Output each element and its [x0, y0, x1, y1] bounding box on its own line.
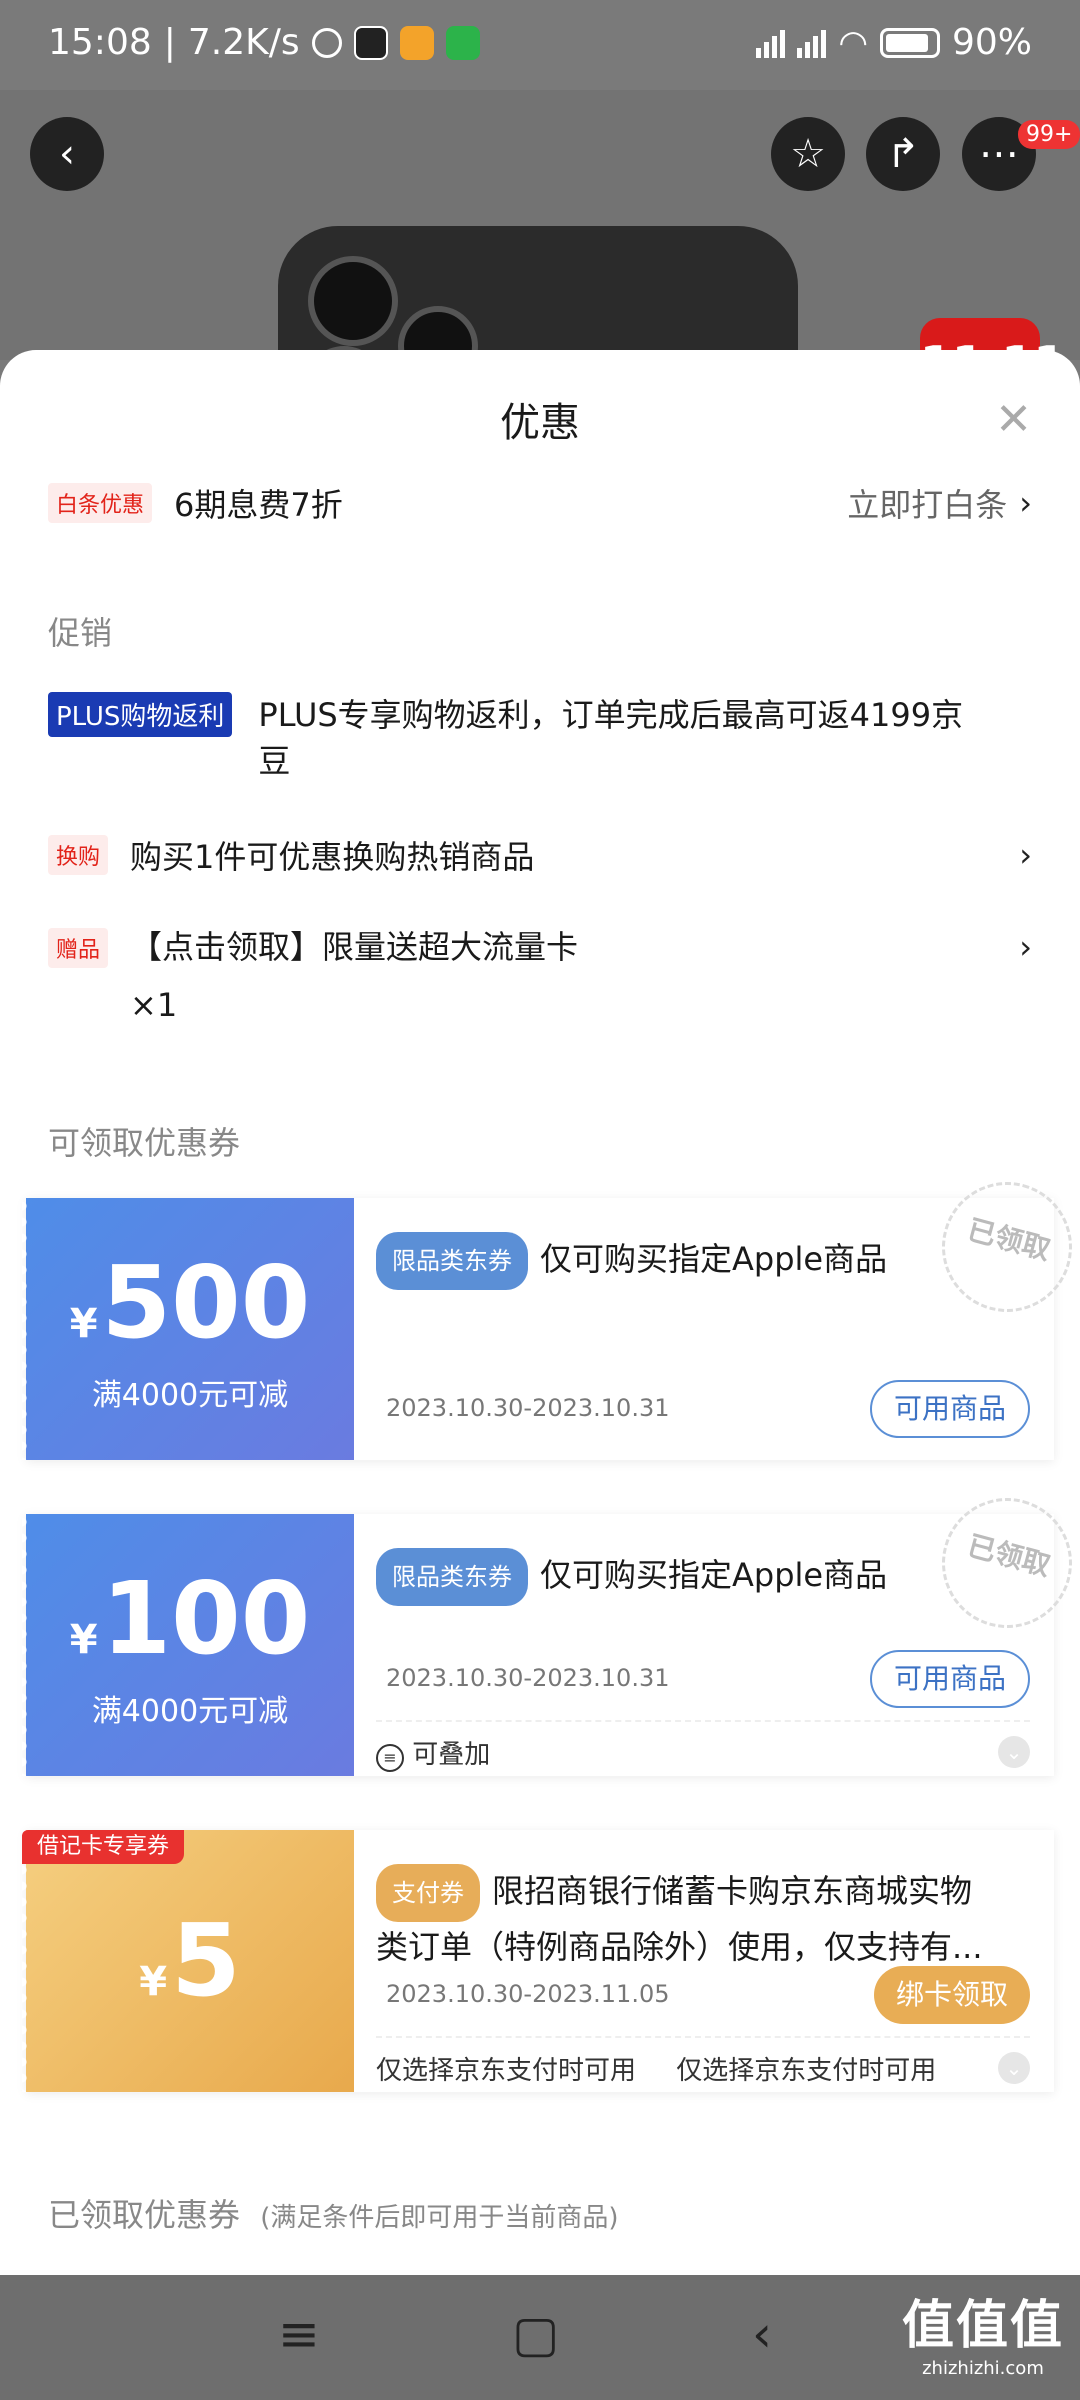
- chevron-right-icon: ›: [1019, 836, 1032, 874]
- stackable-icon: ≡: [376, 1744, 404, 1772]
- chevron-right-icon: ›: [1019, 484, 1032, 522]
- coupon-value-panel: ¥100 满4000元可减: [22, 1514, 354, 1776]
- promo-item-gift[interactable]: 赠品 【点击领取】限量送超大流量卡 ×1 ›: [48, 928, 1032, 1034]
- signal-icon: [756, 28, 786, 58]
- promo-section-title: 促销: [48, 614, 113, 652]
- exchange-tag: 换购: [48, 835, 109, 875]
- gift-qty: ×1: [130, 986, 178, 1024]
- claimed-section-subtitle: (满足条件后即可用于当前商品): [260, 2203, 619, 2233]
- coupon-type-pill: 限品类东券: [376, 1548, 528, 1606]
- baitiao-tag: 白条优惠: [48, 483, 153, 523]
- plus-text-line1: PLUS专享购物返利，订单完成后最高可返4199京: [258, 696, 964, 734]
- back-button[interactable]: ‹: [30, 117, 104, 191]
- share-button[interactable]: ↱: [866, 117, 940, 191]
- coupon-card[interactable]: ¥100 满4000元可减 限品类东券 仅可购买指定Apple商品 2023.10…: [22, 1483, 1080, 1776]
- back-nav-icon[interactable]: ‹: [752, 2305, 772, 2363]
- available-products-button[interactable]: 可用商品: [869, 1650, 1030, 1708]
- coupon-card[interactable]: ¥500 满4000元可减 限品类东券 仅可购买指定Apple商品 2023.10…: [22, 1167, 1080, 1460]
- baitiao-action[interactable]: 立即打白条: [847, 480, 1007, 526]
- plus-text-line2: 豆: [258, 742, 291, 780]
- close-icon[interactable]: ✕: [995, 394, 1032, 445]
- app-notification-icon: [353, 25, 388, 60]
- coupon-title-line2: 类订单（特例商品除外）使用，仅支持有...: [376, 1928, 983, 1966]
- coupon-card[interactable]: ¥5 支付券 限招商银行储蓄卡购京东商城实物 类订单（特例商品除外）使用，仅支持有…: [22, 1830, 1054, 2092]
- exchange-text: 购买1件可优惠换购热销商品: [130, 838, 535, 876]
- baitiao-text: 6期息费7折: [174, 486, 343, 524]
- coupon-condition: 满4000元可减: [91, 1694, 289, 1729]
- coupon-section-title: 可领取优惠券: [48, 1124, 241, 1162]
- wifi-icon: ◠: [838, 22, 868, 63]
- bind-card-button[interactable]: 绑卡领取: [873, 1966, 1030, 2024]
- promo-item-exchange[interactable]: 换购 购买1件可优惠换购热销商品 ›: [48, 832, 1032, 878]
- notification-badge: 99+: [1018, 120, 1080, 149]
- discount-sheet: 优惠 ✕ 白条优惠 6期息费7折 立即打白条 › 促销 PLUS购物返利 PLU…: [0, 350, 1080, 2275]
- phone-app-icon: [445, 25, 480, 60]
- coupon-amount: 500: [101, 1244, 311, 1361]
- coupon-type-pill: 支付券: [376, 1864, 480, 1922]
- coupon-title: 仅可购买指定Apple商品: [540, 1556, 888, 1594]
- coupon-date: 2023.10.30-2023.10.31: [386, 1664, 670, 1692]
- coupon-value-panel: ¥500 满4000元可减: [22, 1198, 354, 1460]
- coupon-amount: 100: [101, 1560, 311, 1677]
- message-app-icon: [399, 25, 434, 60]
- sheet-title: 优惠: [500, 400, 580, 446]
- watermark: 值值值 zhizhizhi.com: [901, 2296, 1064, 2379]
- chevron-down-icon[interactable]: ⌄: [998, 2052, 1030, 2084]
- chevron-right-icon: ›: [1019, 928, 1032, 966]
- alarm-icon: [311, 27, 342, 58]
- home-icon[interactable]: ▢: [512, 2305, 559, 2363]
- coupon-date: 2023.10.30-2023.11.05: [386, 1980, 670, 2008]
- signal-icon-2: [797, 28, 827, 58]
- debit-card-tag: 借记卡专享券: [22, 1830, 184, 1864]
- coupon-type-pill: 限品类东券: [376, 1232, 528, 1290]
- coupon-condition: 满4000元可减: [91, 1378, 289, 1413]
- stackable-label: 可叠加: [412, 1740, 491, 1770]
- gift-text: 【点击领取】限量送超大流量卡: [130, 928, 579, 966]
- coupon-title-line1: 限招商银行储蓄卡购京东商城实物: [492, 1872, 973, 1910]
- baitiao-row[interactable]: 白条优惠 6期息费7折 立即打白条 ›: [48, 480, 1032, 526]
- available-products-button[interactable]: 可用商品: [869, 1380, 1030, 1438]
- battery-level: 90%: [951, 22, 1032, 63]
- battery-icon: [879, 27, 940, 58]
- promo-item-plus: PLUS购物返利 PLUS专享购物返利，订单完成后最高可返4199京 豆: [48, 692, 1032, 784]
- claimed-section-title: 已领取优惠券 (满足条件后即可用于当前商品): [48, 2196, 619, 2234]
- menu-icon[interactable]: ≡: [278, 2305, 320, 2363]
- payment-note: 仅选择京东支付时可用: [676, 2056, 937, 2086]
- favorite-button[interactable]: ☆: [771, 117, 845, 191]
- chevron-down-icon[interactable]: ⌄: [998, 1736, 1030, 1768]
- system-nav-bar: ≡ ▢ ‹ 值值值 zhizhizhi.com: [0, 2275, 1080, 2400]
- payment-note: 仅选择京东支付时可用: [376, 2056, 637, 2086]
- clock: 15:08: [48, 22, 152, 63]
- coupon-title: 仅可购买指定Apple商品: [540, 1240, 888, 1278]
- product-image: [278, 226, 798, 360]
- coupon-value-panel: ¥5: [22, 1830, 354, 2092]
- coupon-amount: 5: [171, 1902, 241, 2019]
- plus-tag: PLUS购物返利: [48, 692, 233, 737]
- network-speed: 7.2K/s: [187, 22, 300, 63]
- status-bar: 15:08 | 7.2K/s ◠ 90%: [48, 22, 1032, 63]
- coupon-date: 2023.10.30-2023.10.31: [386, 1394, 670, 1422]
- gift-tag: 赠品: [48, 928, 109, 968]
